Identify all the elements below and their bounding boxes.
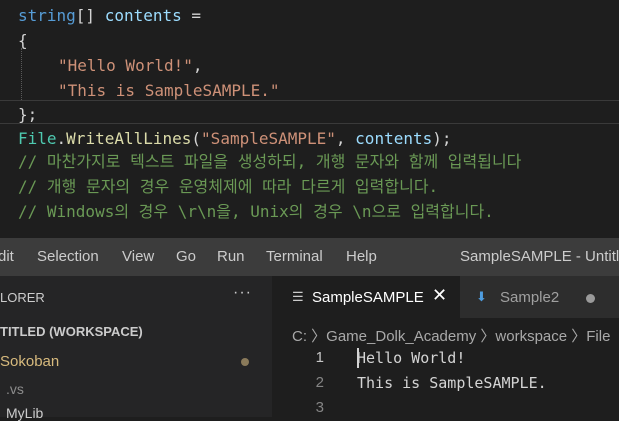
variable-contents: contents	[104, 6, 182, 25]
comment-line-3: // Windows의 경우 \r\n을, Unix의 경우 \n으로 입력합니…	[18, 202, 494, 221]
assign-operator: =	[181, 6, 202, 25]
line-number: 3	[315, 399, 324, 416]
menu-run[interactable]: Run	[217, 248, 245, 265]
tab-samplesample[interactable]: ☰ SampleSAMPLE ✕	[272, 276, 460, 318]
modified-dot-icon	[241, 358, 249, 366]
code-line-3: "Hello World!",	[58, 54, 203, 78]
string-literal: "SampleSAMPLE"	[201, 129, 336, 148]
editor-line-1[interactable]: Hello World!	[357, 349, 465, 367]
code-snippet: string[] contents = { "Hello World!", "T…	[0, 0, 619, 230]
download-icon: ⬇	[476, 289, 487, 304]
code-line-2: {	[18, 31, 28, 50]
file-lines-icon: ☰	[292, 289, 304, 304]
code-line-6: File.WriteAllLines("SampleSAMPLE", conte…	[18, 127, 452, 151]
folder-vs[interactable]: .vs	[6, 381, 24, 397]
keyword-string: string	[18, 6, 76, 25]
menu-view[interactable]: View	[122, 248, 154, 265]
explorer-title: LORER	[0, 290, 45, 305]
editor-tabs: ☰ SampleSAMPLE ✕ ⬇ Sample2	[272, 276, 619, 318]
separator: ,	[335, 129, 356, 148]
menu-selection[interactable]: Selection	[37, 248, 99, 265]
editor-line-2[interactable]: This is SampleSAMPLE.	[357, 374, 547, 392]
workspace-header[interactable]: TITLED (WORKSPACE)	[0, 324, 143, 339]
menu-go[interactable]: Go	[176, 248, 196, 265]
line-number: 2	[315, 374, 324, 391]
breadcrumb[interactable]: C: 〉Game_Dolk_Academy 〉workspace 〉File	[292, 325, 610, 346]
menu-edit[interactable]: dit	[0, 248, 14, 265]
comment-line-2: // 개행 문자의 경우 운영체제에 따라 다르게 입력합니다.	[18, 177, 439, 196]
explorer-sidebar: LORER ··· TITLED (WORKSPACE) Sokoban .vs…	[0, 276, 272, 421]
vscode-window: dit Selection View Go Run Terminal Help …	[0, 238, 619, 421]
tab-label: SampleSAMPLE	[312, 289, 424, 306]
paren-close: );	[432, 129, 452, 148]
code-line-4: "This is SampleSAMPLE."	[58, 81, 280, 100]
more-actions-icon[interactable]: ···	[233, 284, 252, 302]
tab-sample2[interactable]: ⬇ Sample2	[460, 276, 619, 318]
comment-line-1: // 마찬가지로 텍스트 파일을 생성하되, 개행 문자와 함께 입력됩니다	[18, 152, 522, 171]
argument-contents: contents	[355, 129, 433, 148]
dot: .	[56, 129, 67, 148]
tab-label: Sample2	[500, 289, 560, 306]
indent-guide	[21, 48, 22, 100]
menu-terminal[interactable]: Terminal	[266, 248, 323, 265]
menu-bar: dit Selection View Go Run Terminal Help …	[0, 238, 619, 276]
line-number: 1	[315, 349, 324, 366]
window-title: SampleSAMPLE - Untitle	[460, 248, 619, 265]
folder-mylib[interactable]: MyLib	[6, 405, 43, 421]
menu-help[interactable]: Help	[346, 248, 377, 265]
paren-open: (	[191, 129, 202, 148]
comma: ,	[192, 56, 203, 75]
code-line-5: };	[18, 105, 38, 124]
unsaved-dot-icon[interactable]	[586, 294, 595, 303]
close-icon[interactable]: ✕	[432, 285, 447, 306]
folder-sokoban[interactable]: Sokoban	[0, 353, 59, 370]
current-line-highlight	[0, 100, 619, 124]
method-writealllines: WriteAllLines	[66, 129, 192, 148]
array-brackets: []	[75, 6, 105, 25]
string-literal: "Hello World!"	[58, 56, 193, 75]
class-file: File	[18, 129, 57, 148]
code-line-1: string[] contents =	[18, 4, 201, 28]
